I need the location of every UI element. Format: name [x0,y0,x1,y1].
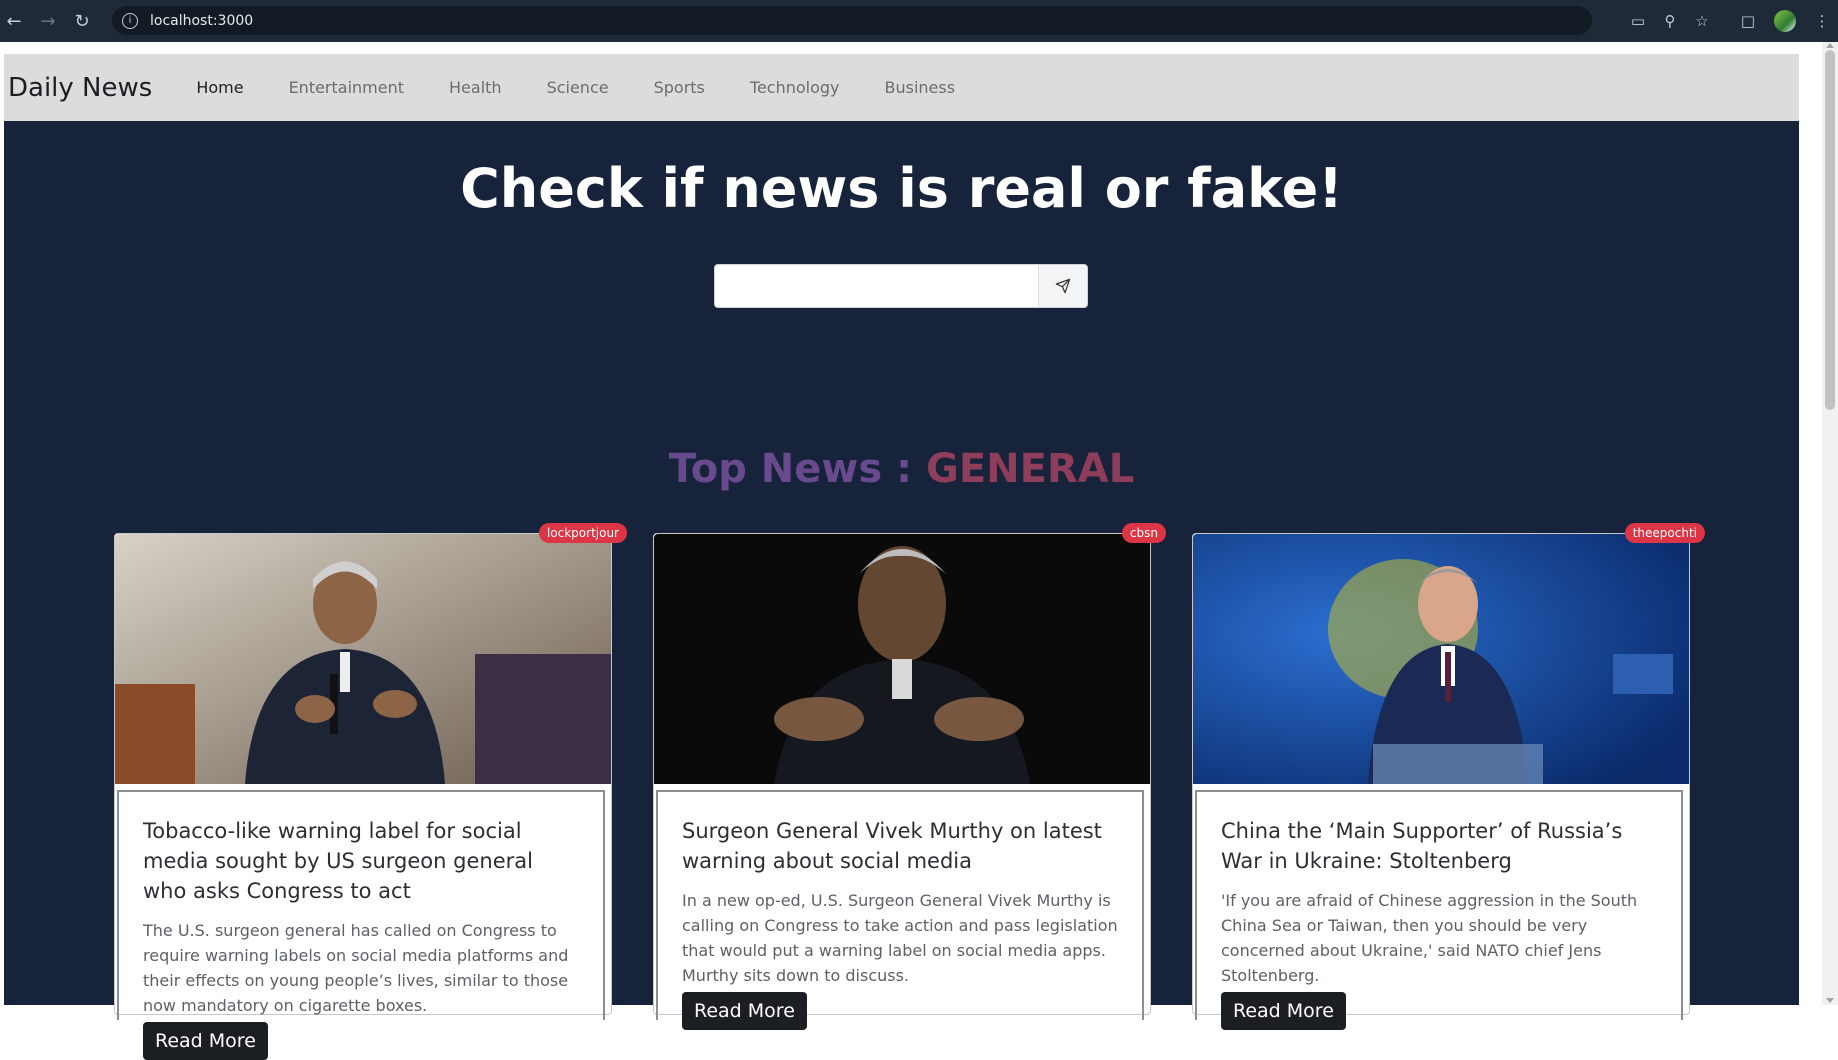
browser-toolbar: ← → ↻ i localhost:3000 ▭ ⚲ ☆ □ ⋮ [0,0,1838,42]
news-check-input[interactable] [715,265,1038,307]
page: Daily News Home Entertainment Health Sci… [0,42,1822,1060]
news-image [115,534,611,784]
news-image [654,534,1150,784]
page-headline: Check if news is real or fake! [460,157,1343,220]
card-body: Tobacco-like warning label for social me… [117,790,605,1060]
card-body: China the ‘Main Supporter’ of Russia’s W… [1195,790,1683,1030]
back-icon[interactable]: ← [0,7,28,35]
hero-section: Check if news is real or fake! Top News … [4,121,1799,1060]
nav-link-health[interactable]: Health [449,78,502,97]
menu-kebab-icon[interactable]: ⋮ [1806,5,1838,37]
news-card: lockportjour Tobacco-like warning label … [114,523,627,1060]
card-title[interactable]: Tobacco-like warning label for social me… [143,816,579,906]
card-description: The U.S. surgeon general has called on C… [143,921,569,1015]
card-description: In a new op-ed, U.S. Surgeon General Viv… [682,891,1118,985]
source-badge: theepochti [1624,523,1705,543]
page-scrollbar[interactable] [1822,42,1838,1005]
address-url: localhost:3000 [150,12,254,29]
nav-link-entertainment[interactable]: Entertainment [289,78,404,97]
nav-link-sports[interactable]: Sports [654,78,705,97]
news-card: cbsn Surgeon General Vivek Murthy on lat… [653,523,1166,1030]
top-navbar: Daily News Home Entertainment Health Sci… [4,54,1799,121]
nav-link-business[interactable]: Business [885,78,956,97]
read-more-button[interactable]: Read More [143,1022,268,1060]
address-bar[interactable]: i localhost:3000 [112,6,1592,35]
scroll-up-icon[interactable] [1826,43,1834,48]
search-box [714,264,1088,308]
brand-logo[interactable]: Daily News [8,73,152,103]
card-description: 'If you are afraid of Chinese aggression… [1221,891,1638,985]
card-title[interactable]: Surgeon General Vivek Murthy on latest w… [682,816,1118,876]
read-more-button[interactable]: Read More [682,992,807,1030]
submit-button[interactable] [1038,265,1087,307]
news-card: theepochti China the ‘Main Supporter’ of… [1192,523,1705,1030]
nav-link-home[interactable]: Home [196,78,243,97]
profile-avatar[interactable] [1774,10,1796,32]
extensions-icon[interactable]: □ [1732,5,1764,37]
forward-icon[interactable]: → [34,7,62,35]
card-body: Surgeon General Vivek Murthy on latest w… [656,790,1144,1030]
source-badge: cbsn [1121,523,1166,543]
reload-icon[interactable]: ↻ [68,7,96,35]
section-title: Top News : GENERAL [4,446,1799,492]
nav-link-science[interactable]: Science [547,78,609,97]
install-app-icon[interactable]: ▭ [1622,5,1654,37]
section-title-category: GENERAL [926,446,1135,492]
section-title-prefix: Top News : [668,446,927,492]
site-info-icon[interactable]: i [122,12,138,29]
source-badge: lockportjour [538,523,627,543]
card-title[interactable]: China the ‘Main Supporter’ of Russia’s W… [1221,816,1657,876]
nav-link-technology[interactable]: Technology [750,78,840,97]
send-icon [1055,278,1071,294]
bookmark-star-icon[interactable]: ☆ [1686,5,1718,37]
news-image [1193,534,1689,784]
zoom-icon[interactable]: ⚲ [1654,5,1686,37]
read-more-button[interactable]: Read More [1221,992,1346,1030]
scroll-down-icon[interactable] [1826,998,1834,1003]
scrollbar-thumb[interactable] [1825,50,1835,410]
